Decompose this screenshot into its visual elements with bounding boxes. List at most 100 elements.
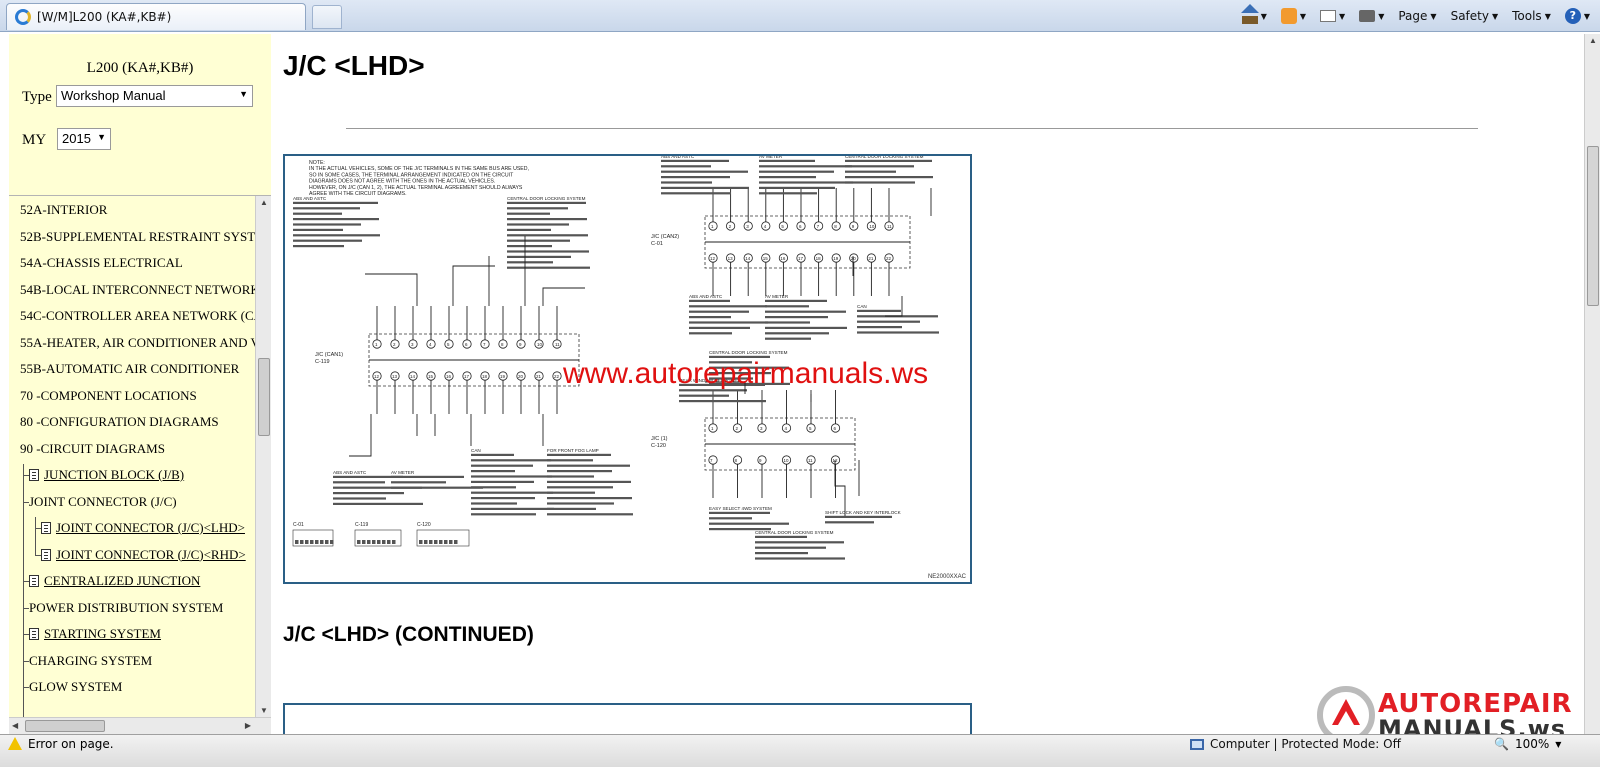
tree-item-label: 55B-AUTOMATIC AIR CONDITIONER [20, 361, 240, 376]
diagram-text-line [547, 502, 614, 505]
model-year-select[interactable]: 2015 ▼ [57, 128, 111, 150]
tree-item[interactable]: 90 -CIRCUIT DIAGRAMS [20, 440, 165, 458]
diagram-text-line [547, 497, 632, 500]
content-scroll-thumb[interactable] [1587, 146, 1599, 306]
mail-command[interactable]: ▼ [1316, 5, 1349, 27]
diagram-text-line [293, 207, 360, 210]
legend-pin [310, 540, 314, 544]
chevron-down-icon: ▼ [1260, 11, 1267, 21]
legend-pin [362, 540, 366, 544]
tree-item[interactable]: 52A-INTERIOR [20, 201, 107, 219]
diagram-text-line [507, 250, 589, 253]
scroll-left-icon[interactable]: ◀ [12, 721, 18, 730]
tree-horizontal-scrollbar[interactable]: ◀ ▶ [9, 717, 271, 734]
document-icon [41, 522, 51, 534]
command-safety[interactable]: Safety ▼ [1447, 5, 1503, 27]
legend-pin [300, 540, 304, 544]
tree-item-label: 54B-LOCAL INTERCONNECT NETWORK (LIN) [20, 281, 255, 297]
pin-number: 21 [536, 374, 542, 379]
pin-number: 17 [798, 256, 804, 261]
diagram-text-line [689, 316, 731, 319]
diagram-text-line [759, 165, 852, 168]
tree-vertical-scrollbar[interactable]: ▲ ▼ [255, 196, 271, 717]
diagram-text-line [471, 491, 553, 494]
tree-item[interactable]: STARTING SYSTEM [23, 625, 161, 643]
print-icon [1359, 10, 1376, 22]
tree-item[interactable]: POWER DISTRIBUTION SYSTEM [23, 599, 223, 617]
diagram-text-line [661, 181, 712, 184]
chevron-down-icon: ▼ [1378, 11, 1385, 21]
page-title: J/C <LHD> [283, 50, 425, 81]
legend-pin [372, 540, 376, 544]
tree-item[interactable]: GLOW SYSTEM [23, 678, 122, 696]
tree-item[interactable]: 54A-CHASSIS ELECTRICAL [20, 254, 183, 272]
home-command[interactable]: ▼ [1238, 4, 1271, 27]
legend-pin [434, 540, 438, 544]
command-page[interactable]: Page ▼ [1394, 5, 1440, 27]
diagram-text-line [471, 459, 551, 462]
tree-item[interactable]: JOINT CONNECTOR (J/C)<LHD> [35, 519, 245, 537]
diagram-text-line [857, 320, 920, 323]
diagram-text-line [857, 326, 902, 329]
tree-vertical-scroll-thumb[interactable] [258, 358, 270, 436]
diagram-text-line [471, 464, 533, 467]
browser-tab[interactable]: [W/M]L200 (KA#,KB#) [6, 3, 306, 30]
tree-items: 52A-INTERIOR 52B-SUPPLEMENTAL RESTRAINT S… [9, 196, 255, 717]
diagram-text-line [391, 481, 446, 484]
tree-item[interactable]: 80 -CONFIGURATION DIAGRAMS [20, 413, 219, 431]
tree-item[interactable]: 70 -COMPONENT LOCATIONS [20, 387, 197, 405]
tree-item[interactable]: 55A-HEATER, AIR CONDITIONER AND VENTILAT… [20, 334, 255, 352]
scroll-up-icon[interactable]: ▲ [260, 198, 268, 207]
component-label: AV METER [759, 156, 783, 159]
tree-item-label: 55A-HEATER, AIR CONDITIONER AND VENTILAT… [20, 334, 255, 350]
diagram-text-line [507, 234, 588, 237]
zoom-control[interactable]: 🔍 100% ▼ [1494, 737, 1561, 751]
diagram-text-line [547, 464, 630, 467]
scroll-right-icon[interactable]: ▶ [245, 721, 251, 730]
rss-feed-command[interactable]: ▼ [1277, 5, 1310, 27]
diagram-text-line [765, 326, 847, 329]
print-command[interactable]: ▼ [1355, 5, 1388, 27]
diagram-text-line [293, 239, 362, 242]
scroll-up-icon[interactable]: ▲ [1589, 36, 1597, 45]
help-command[interactable]: ? ▼ [1561, 5, 1594, 27]
type-select[interactable]: Workshop Manual ▼ [56, 85, 253, 107]
diagram-text-line [507, 207, 568, 210]
magnifier-icon: 🔍 [1494, 737, 1509, 751]
diagram-text-line [471, 453, 514, 456]
tree-item-label: CENTRALIZED JUNCTION [44, 573, 201, 588]
diagram-text-line [765, 337, 811, 340]
warning-icon [8, 737, 22, 751]
security-zone[interactable]: Computer | Protected Mode: Off [1190, 737, 1401, 751]
command-tools[interactable]: Tools ▼ [1508, 5, 1555, 27]
status-message[interactable]: Error on page. [8, 737, 114, 751]
legend-pin [367, 540, 371, 544]
document-icon [29, 575, 39, 587]
scroll-down-icon[interactable]: ▼ [260, 706, 268, 715]
tree-item[interactable]: JOINT CONNECTOR (J/C) [23, 493, 177, 511]
tree-item[interactable]: 52B-SUPPLEMENTAL RESTRAINT SYSTEM [20, 228, 255, 246]
legend-pin [325, 540, 329, 544]
tree-item-label: 80 -CONFIGURATION DIAGRAMS [20, 414, 219, 429]
tree-item[interactable]: JUNCTION BLOCK (J/B) [23, 466, 184, 484]
tree-item[interactable]: 54C-CONTROLLER AREA NETWORK (CAN) [20, 307, 255, 325]
component-label: ABS AND ASTC [333, 470, 367, 475]
content-vertical-scrollbar[interactable]: ▲ [1584, 34, 1600, 734]
diagram-text-line [547, 491, 595, 494]
tree-item[interactable]: 55B-AUTOMATIC AIR CONDITIONER [20, 360, 239, 378]
tree-item[interactable]: JOINT CONNECTOR (J/C)<RHD> [35, 546, 246, 564]
new-tab-button[interactable] [312, 5, 342, 29]
tree-item[interactable]: CENTRALIZED JUNCTION [23, 572, 201, 590]
tree-item-label: 52A-INTERIOR [20, 202, 108, 217]
pin-number: 10 [869, 224, 875, 229]
tree-item[interactable]: CHARGING SYSTEM [23, 652, 152, 670]
diagram-text-line [661, 186, 749, 189]
diagram-text-line [845, 181, 915, 184]
diagram-text-line [765, 332, 829, 335]
diagram-text-line [765, 299, 827, 302]
tree-item[interactable]: 54B-LOCAL INTERCONNECT NETWORK (LIN) [20, 281, 255, 299]
pin-number: 19 [833, 256, 839, 261]
diagram-text-line [845, 159, 932, 162]
tree-horizontal-scroll-thumb[interactable] [25, 720, 105, 732]
diagram-text-line [679, 400, 766, 403]
